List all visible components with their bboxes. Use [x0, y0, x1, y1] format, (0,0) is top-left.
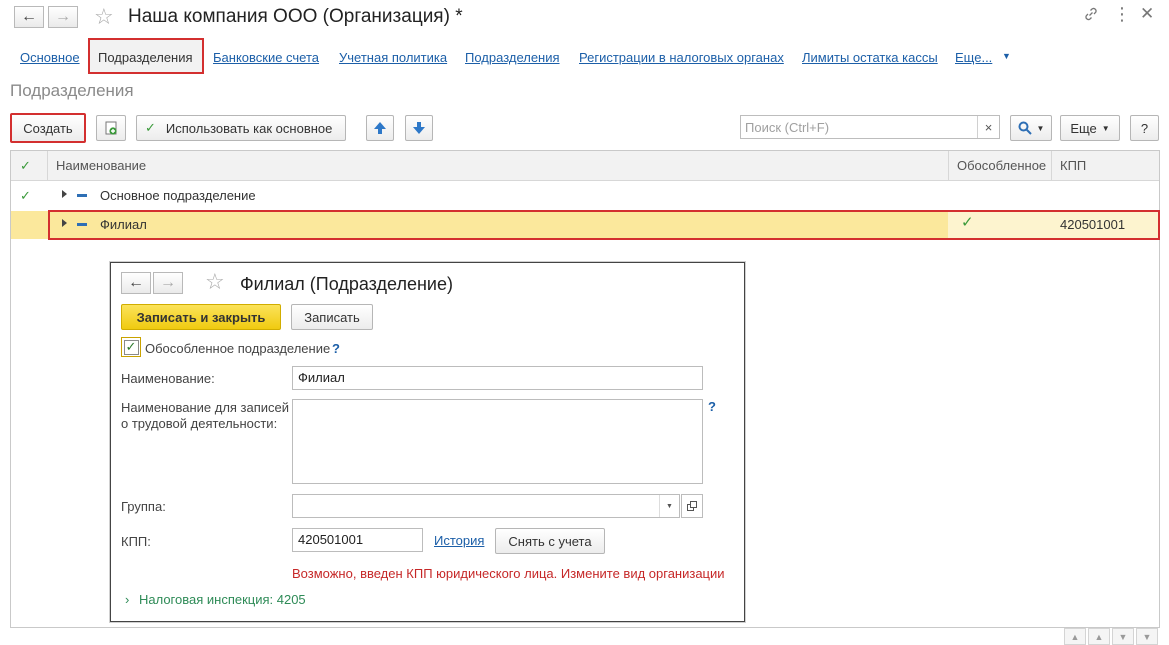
row-name: Основное подразделение	[100, 188, 256, 203]
search-icon	[1018, 121, 1032, 135]
row-name: Филиал	[100, 217, 147, 232]
group-item-icon	[77, 223, 87, 226]
chevron-down-icon: ▼	[1036, 123, 1045, 133]
save-button[interactable]: Записать	[291, 304, 373, 330]
group-field[interactable]	[292, 494, 680, 518]
menu-dots-icon[interactable]: ⋮	[1113, 4, 1131, 25]
dialog-favorite-star-icon[interactable]: ☆	[205, 269, 225, 295]
tab-bank-accounts[interactable]: Банковские счета	[213, 50, 319, 65]
dialog-title: Филиал (Подразделение)	[240, 274, 453, 294]
column-header-separate[interactable]: Обособленное	[957, 158, 1046, 173]
tab-tax-registrations[interactable]: Регистрации в налоговых органах	[579, 50, 784, 65]
table-header: ✓ Наименование Обособленное КПП	[11, 151, 1159, 181]
group-open-button[interactable]	[681, 494, 703, 518]
column-header-name[interactable]: Наименование	[56, 158, 146, 173]
expand-triangle-icon[interactable]	[62, 190, 67, 198]
help-button[interactable]: ?	[1130, 115, 1159, 141]
arrow-left-icon: ←	[21, 8, 37, 25]
arrow-down-icon	[413, 122, 425, 134]
window-title: Наша компания ООО (Организация) *	[128, 6, 463, 27]
checkbox-check-icon: ✓	[125, 339, 137, 354]
table-row-selected[interactable]: Филиал ✓ 420501001	[11, 211, 1159, 239]
scroll-top-button[interactable]: ▲	[1064, 628, 1086, 645]
dialog-forward-button[interactable]: →	[153, 272, 183, 294]
back-button[interactable]: ←	[14, 6, 44, 28]
deregister-button[interactable]: Снять с учета	[495, 528, 605, 554]
department-dialog: ← → ☆ Филиал (Подразделение) Записать и …	[110, 262, 745, 622]
tab-main[interactable]: Основное	[20, 50, 80, 65]
move-down-button[interactable]	[405, 115, 433, 141]
section-title: Подразделения	[10, 81, 134, 100]
name-field[interactable]: Филиал	[292, 366, 703, 390]
labor-name-textarea[interactable]	[292, 399, 703, 484]
scroll-up-icon: ▲	[1094, 631, 1104, 642]
labor-name-label-line1: Наименование для записей	[121, 400, 290, 415]
kpp-label: КПП:	[121, 534, 151, 549]
row-kpp: 420501001	[1060, 217, 1126, 232]
history-link[interactable]: История	[434, 533, 484, 548]
expand-triangle-icon[interactable]	[62, 219, 67, 227]
close-icon[interactable]: ✕	[1140, 4, 1154, 24]
separate-check-icon: ✓	[961, 214, 974, 231]
tax-inspection-group[interactable]: › Налоговая инспекция: 4205	[125, 592, 306, 607]
chevron-down-icon: ▼	[1101, 123, 1110, 133]
use-as-main-label: Использовать как основное	[165, 120, 333, 136]
main-department-check-icon: ✓	[20, 188, 31, 203]
tab-more[interactable]: Еще...	[955, 50, 992, 65]
expand-chevron-icon: ›	[125, 592, 130, 607]
header-check-icon: ✓	[20, 158, 31, 173]
name-label: Наименование:	[121, 371, 215, 386]
separate-checkbox-label[interactable]: Обособленное подразделение	[145, 341, 330, 357]
tab-departments[interactable]: Подразделения	[465, 50, 560, 65]
scroll-bottom-icon: ▼	[1142, 631, 1152, 642]
column-header-kpp[interactable]: КПП	[1060, 158, 1086, 173]
scroll-down-button[interactable]: ▼	[1112, 628, 1134, 645]
arrow-up-icon	[374, 122, 386, 134]
more-label: Еще	[1070, 120, 1097, 136]
separate-help-icon[interactable]: ?	[332, 341, 340, 356]
scroll-top-icon: ▲	[1070, 631, 1080, 642]
kpp-warning: Возможно, введен КПП юридического лица. …	[292, 566, 725, 581]
labor-name-label-line2: о трудовой деятельности:	[121, 416, 278, 431]
move-up-button[interactable]	[366, 115, 394, 141]
kpp-field[interactable]: 420501001	[292, 528, 423, 552]
group-dropdown-chevron-icon[interactable]: ▼	[659, 495, 679, 517]
arrow-right-icon: →	[160, 274, 176, 291]
search-box: ×	[740, 115, 1000, 139]
save-and-close-button[interactable]: Записать и закрыть	[121, 304, 281, 330]
scroll-bottom-button[interactable]: ▼	[1136, 628, 1158, 645]
favorite-star-icon[interactable]: ☆	[94, 4, 114, 30]
arrow-left-icon: ←	[128, 274, 144, 291]
open-window-icon	[686, 500, 697, 511]
arrow-right-icon: →	[55, 8, 71, 25]
group-label: Группа:	[121, 499, 166, 514]
link-icon[interactable]	[1083, 6, 1099, 27]
search-clear-button[interactable]: ×	[977, 116, 999, 138]
search-options-button[interactable]: ▼	[1010, 115, 1052, 141]
tab-departments-active[interactable]: Подразделения	[98, 50, 193, 65]
labor-name-help-icon[interactable]: ?	[708, 399, 716, 414]
copy-button[interactable]	[96, 115, 126, 141]
create-button[interactable]: Создать	[10, 113, 86, 143]
scroll-down-icon: ▼	[1118, 631, 1128, 642]
tabs-bar: Основное Подразделения Банковские счета …	[0, 40, 1169, 74]
tab-cash-limits[interactable]: Лимиты остатка кассы	[802, 50, 938, 65]
dialog-back-button[interactable]: ←	[121, 272, 151, 294]
tax-inspection-label: Налоговая инспекция: 4205	[138, 592, 306, 607]
separate-checkbox[interactable]: ✓	[121, 337, 141, 357]
copy-document-icon	[105, 121, 117, 135]
tab-more-chevron-icon[interactable]: ▼	[1002, 51, 1011, 61]
tab-accounting-policy[interactable]: Учетная политика	[339, 50, 447, 65]
use-as-main-button[interactable]: ✓ Использовать как основное	[136, 115, 346, 141]
scroll-up-button[interactable]: ▲	[1088, 628, 1110, 645]
more-button[interactable]: Еще ▼	[1060, 115, 1120, 141]
search-input[interactable]	[741, 116, 973, 138]
checkmark-icon: ✓	[145, 120, 156, 135]
table-row[interactable]: ✓ Основное подразделение	[11, 182, 1159, 210]
group-item-icon	[77, 194, 87, 197]
forward-button[interactable]: →	[48, 6, 78, 28]
